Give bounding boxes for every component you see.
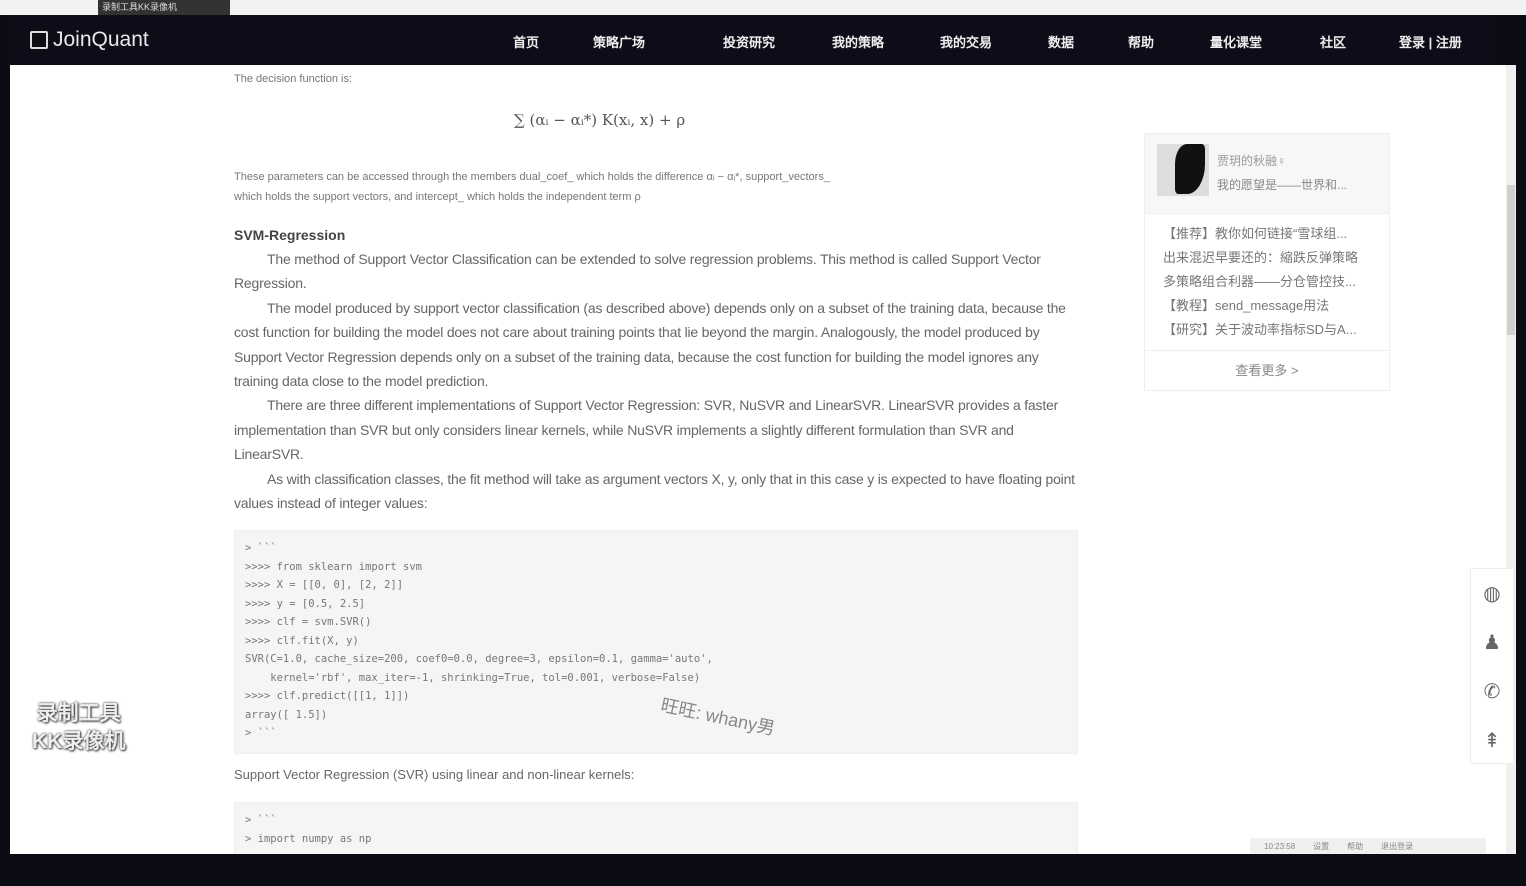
wechat-icon[interactable]: ◍ (1471, 569, 1513, 618)
nav-community[interactable]: 社区 (1320, 32, 1346, 51)
settings-link[interactable]: 设置 (1313, 841, 1329, 852)
formula: ∑ (αᵢ − αᵢ*) K(xᵢ, x) + ρ (514, 111, 686, 129)
phone-icon[interactable]: ✆ (1471, 667, 1513, 716)
paragraph: As with classification classes, the fit … (234, 470, 1075, 512)
code-block: > ``` >>>> from sklearn import svm >>>> … (234, 530, 1078, 754)
back-to-top-icon[interactable]: ⇞ (1471, 716, 1513, 765)
recorder-label-line1: 录制工具 (36, 702, 121, 725)
post-link[interactable]: 多策略组合利器——分仓管控技... (1163, 270, 1389, 294)
article: The decision function is: ∑ (αᵢ − αᵢ*) K… (234, 65, 1078, 854)
nav-help[interactable]: 帮助 (1128, 32, 1154, 51)
code-block-2: > ``` > import numpy as np (234, 802, 1078, 854)
recorder-strip: 录制工具KK录像机 (0, 0, 1526, 15)
nav-home[interactable]: 首页 (513, 32, 539, 51)
post-link[interactable]: 【教程】send_message用法 (1163, 294, 1389, 318)
post-link[interactable]: 【推荐】教你如何链接“雪球组... (1163, 222, 1389, 246)
paragraph: The method of Support Vector Classificat… (234, 251, 1041, 292)
scrollbar-thumb[interactable] (1507, 185, 1515, 335)
post-link[interactable]: 出来混迟早要还的：縮跌反弹策略 (1163, 246, 1389, 270)
bottom-status-bar: 10:23:58 设置 帮助 退出登录 (1250, 838, 1486, 854)
recorder-title: 录制工具KK录像机 (98, 0, 230, 15)
sidebar-card: 贾玥的秋融♀ 我的愿望是——世界和... 【推荐】教你如何链接“雪球组... 出… (1144, 133, 1390, 391)
paragraph: There are three different implementation… (234, 397, 1059, 463)
qq-icon[interactable]: ♟ (1471, 618, 1513, 667)
recorder-watermark: 录制工具 KK录像机 (32, 700, 125, 756)
help-link[interactable]: 帮助 (1347, 841, 1363, 852)
clock: 10:23:58 (1264, 841, 1296, 851)
nav-my-strategy[interactable]: 我的策略 (832, 32, 884, 51)
logout-link[interactable]: 退出登录 (1381, 841, 1413, 852)
page: The decision function is: ∑ (αᵢ − αᵢ*) K… (10, 65, 1516, 854)
section-heading: SVM-Regression (234, 227, 346, 243)
caption: Support Vector Regression (SVR) using li… (234, 767, 635, 782)
logo[interactable]: JoinQuant (30, 28, 149, 52)
nav-quant-class[interactable]: 量化课堂 (1210, 32, 1262, 51)
nav-login-register[interactable]: 登录 | 注册 (1399, 32, 1462, 51)
post-link[interactable]: 【研究】关于波动率指标SD与A... (1163, 318, 1389, 342)
nav-my-trade[interactable]: 我的交易 (940, 32, 992, 51)
logo-icon (30, 31, 48, 49)
logo-text: JoinQuant (53, 28, 149, 51)
nav-data[interactable]: 数据 (1048, 32, 1074, 51)
floating-toolbar: ◍ ♟ ✆ ⇞ (1470, 568, 1514, 764)
user-signature: 我的愿望是——世界和... (1217, 178, 1348, 192)
view-more-link[interactable]: 查看更多 > (1145, 350, 1389, 390)
nav-strategy-square[interactable]: 策略广场 (593, 32, 645, 51)
nav-research[interactable]: 投资研究 (723, 32, 775, 51)
recorder-label-line2: KK录像机 (32, 730, 126, 753)
paragraph: The model produced by support vector cla… (234, 299, 1066, 390)
avatar[interactable] (1157, 144, 1209, 196)
params-line1: These parameters can be accessed through… (234, 171, 830, 183)
top-nav: JoinQuant 首页 策略广场 投资研究 我的策略 我的交易 数据 帮助 量… (10, 15, 1490, 65)
decision-intro: The decision function is: (234, 73, 353, 85)
params-line2: which holds the support vectors, and int… (234, 191, 641, 203)
user-name[interactable]: 贾玥的秋融♀ (1217, 152, 1286, 169)
